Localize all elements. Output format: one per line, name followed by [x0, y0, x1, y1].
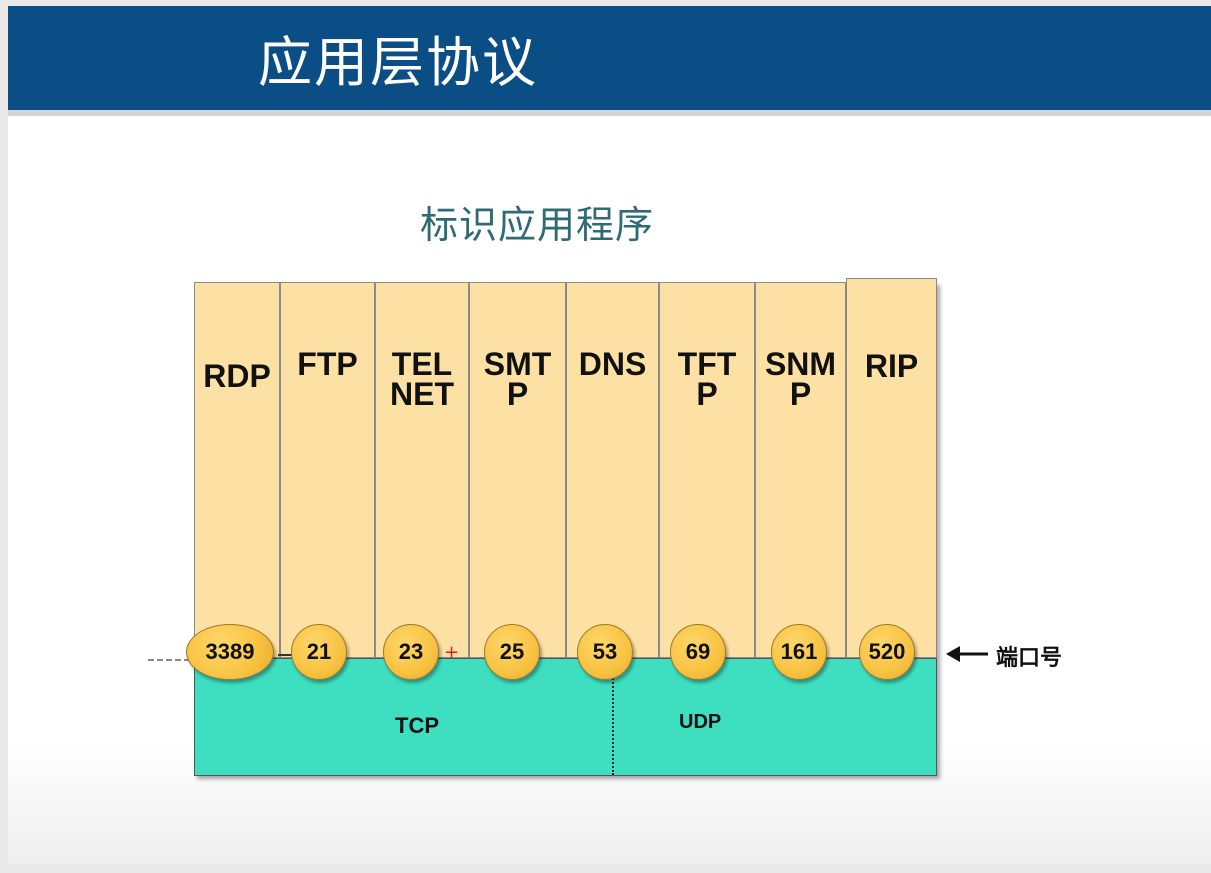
port-number-label: 端口号	[996, 646, 1063, 671]
slide-title: 应用层协议	[258, 31, 538, 94]
protocol-column-rip: RIP	[846, 278, 937, 658]
port-circle-rip: 520	[859, 624, 915, 680]
port-circle-smtp: 25	[484, 624, 540, 680]
tcp-label: TCP	[395, 713, 439, 738]
port-circle-ftp: 21	[291, 624, 347, 680]
port-circle-telnet: 23	[383, 624, 439, 680]
protocol-name-ftp: FTP	[297, 346, 358, 382]
protocol-name-rdp: RDP	[203, 358, 271, 394]
protocol-name-rip: RIP	[864, 348, 919, 384]
port-circle-snmp: 161	[771, 624, 827, 680]
protocol-column-telnet: TELNET	[375, 282, 469, 658]
left-arrow-icon	[946, 646, 988, 662]
cursor-plus-icon: +	[444, 642, 460, 663]
protocol-stack-diagram: RDP FTP TELNET SMTP DNS TFTP SNMP RIP TCP UDP	[194, 278, 937, 776]
protocol-name-smtp: SMTP	[483, 346, 552, 412]
header-bar: 应用层协议	[8, 6, 1211, 116]
port-circle-dns: 53	[577, 624, 633, 680]
protocol-column-rdp: RDP	[194, 282, 280, 658]
port-dashes	[148, 659, 190, 661]
slide: 应用层协议 标识应用程序 RDP FTP TELNET SMTP DNS TFTP SNMP…	[8, 6, 1211, 864]
protocol-column-snmp: SNMP	[755, 282, 846, 658]
protocol-column-dns: DNS	[566, 282, 659, 658]
protocol-column-smtp: SMTP	[469, 282, 566, 658]
protocol-name-snmp: SNMP	[764, 346, 837, 412]
protocol-name-telnet: TELNET	[390, 346, 454, 412]
protocol-name-dns: DNS	[578, 346, 647, 382]
udp-label: UDP	[679, 711, 722, 733]
protocol-name-tftp: TFTP	[677, 346, 737, 412]
diagram-title: 标识应用程序	[420, 203, 655, 247]
protocol-column-tftp: TFTP	[659, 282, 755, 658]
port-circle-tftp: 69	[670, 624, 726, 680]
port-circle-rdp: 3389	[186, 624, 274, 680]
protocol-column-ftp: FTP	[280, 282, 375, 658]
